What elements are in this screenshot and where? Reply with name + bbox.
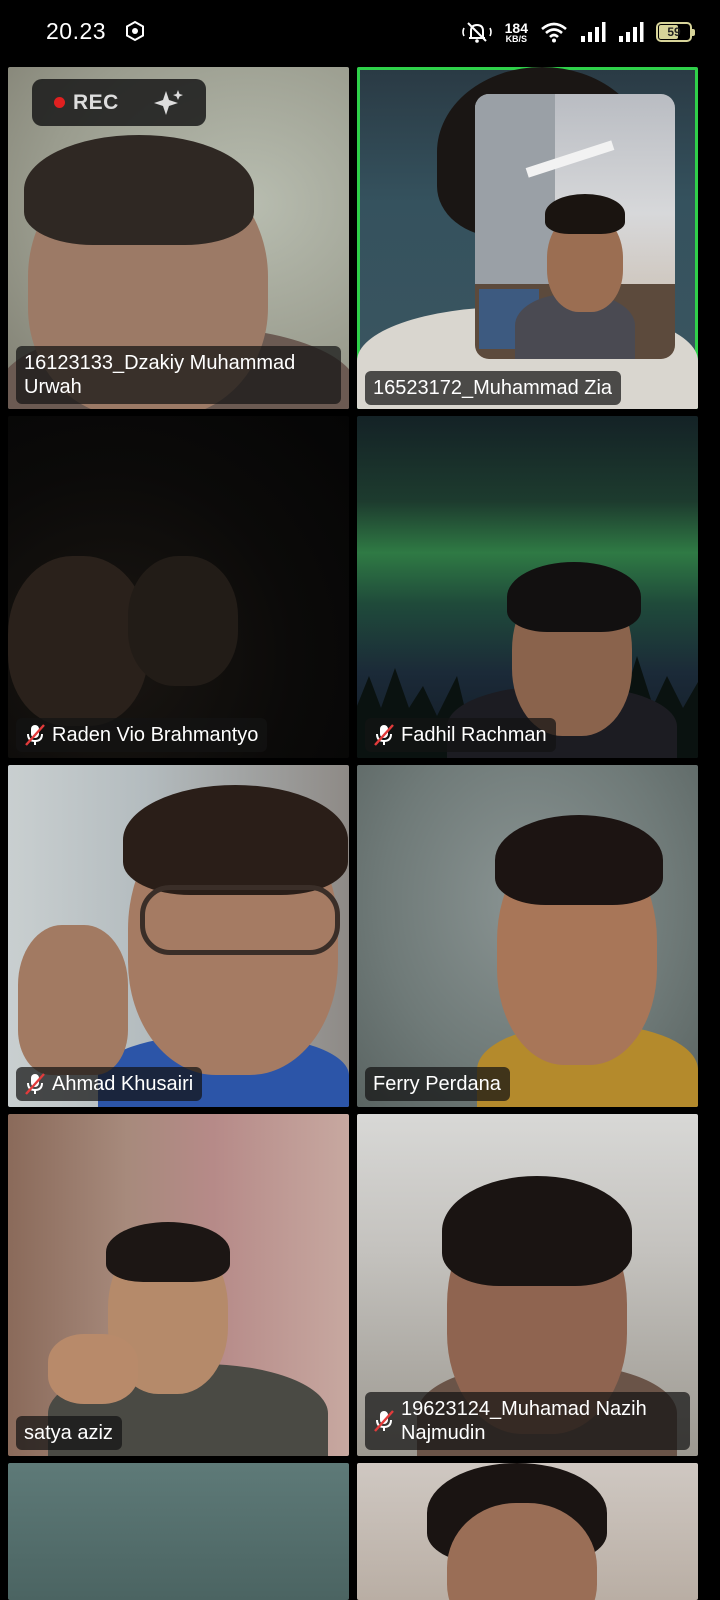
participant-video (140, 885, 340, 955)
participant-video (24, 135, 254, 245)
participant-video (48, 1334, 138, 1404)
battery-icon: 59 (656, 22, 695, 42)
participant-video (18, 925, 128, 1075)
participant-video (128, 556, 238, 686)
self-view-pip[interactable] (475, 94, 675, 359)
participant-video (106, 1222, 230, 1282)
participant-name: 16123133_Dzakiy Muhammad Urwah (24, 352, 296, 398)
participant-name: Ferry Perdana (373, 1073, 501, 1095)
participant-name-tag: 16123133_Dzakiy Muhammad Urwah (16, 346, 341, 404)
mic-off-icon (25, 1073, 45, 1095)
network-speed-unit: KB/S (505, 33, 528, 44)
mic-off-icon (374, 724, 394, 746)
participant-name: satya aziz (24, 1422, 113, 1444)
participant-name-tag: 16523172_Muhammad Zia (365, 371, 622, 405)
participant-name-tag: Raden Vio Brahmantyo (16, 718, 268, 752)
signal-icon (581, 22, 606, 42)
recording-label: REC (73, 90, 119, 114)
participant-tile[interactable]: 19623124_Muhamad Nazih Najmudin (357, 1114, 698, 1456)
battery-level: 59 (667, 25, 681, 39)
mute-bell-icon (461, 22, 492, 43)
record-dot-icon (54, 97, 65, 108)
participant-name-tag: Ferry Perdana (365, 1067, 510, 1101)
recording-indicator[interactable]: REC (32, 79, 206, 126)
sparkle-icon[interactable] (152, 87, 186, 121)
participant-video (495, 815, 663, 905)
participant-name: 16523172_Muhammad Zia (373, 377, 613, 399)
participant-tile-active[interactable]: 16523172_Muhammad Zia (357, 67, 698, 409)
participant-name: Raden Vio Brahmantyo (52, 724, 259, 746)
participant-name: Fadhil Rachman (401, 724, 547, 746)
status-time: 20.23 (46, 18, 107, 44)
participant-tile[interactable]: Ahmad Khusairi (8, 765, 349, 1107)
status-bar: 20.23 184 KB/S 59 (0, 0, 720, 64)
participant-video (507, 562, 641, 632)
participant-tile[interactable]: Ferry Perdana (357, 765, 698, 1107)
mic-off-icon (25, 724, 45, 746)
participant-tile[interactable]: satya aziz (8, 1114, 349, 1456)
network-speed: 184 KB/S (505, 21, 528, 44)
participant-name-tag: Fadhil Rachman (365, 718, 556, 752)
participant-tile[interactable]: Raden Vio Brahmantyo (8, 416, 349, 758)
signal-icon (619, 22, 644, 42)
screen-record-icon (126, 20, 144, 42)
participant-tile[interactable]: REC 16123133_Dzakiy Muhammad Urwah (8, 67, 349, 409)
participant-video (123, 785, 348, 895)
mic-off-icon (374, 1410, 394, 1432)
network-speed-value: 184 (504, 19, 528, 36)
participant-tile[interactable] (8, 1463, 349, 1600)
participant-video (8, 556, 148, 726)
participant-video (442, 1176, 632, 1286)
participant-name-tag: satya aziz (16, 1416, 122, 1450)
participant-name: 19623124_Muhamad Nazih Najmudin (401, 1398, 647, 1444)
participant-tile[interactable]: Fadhil Rachman (357, 416, 698, 758)
participant-name: Ahmad Khusairi (52, 1073, 194, 1095)
participant-name-tag: Ahmad Khusairi (16, 1067, 203, 1101)
wifi-icon (541, 22, 567, 43)
participant-name-tag: 19623124_Muhamad Nazih Najmudin (365, 1392, 690, 1450)
participant-tile[interactable] (357, 1463, 698, 1600)
